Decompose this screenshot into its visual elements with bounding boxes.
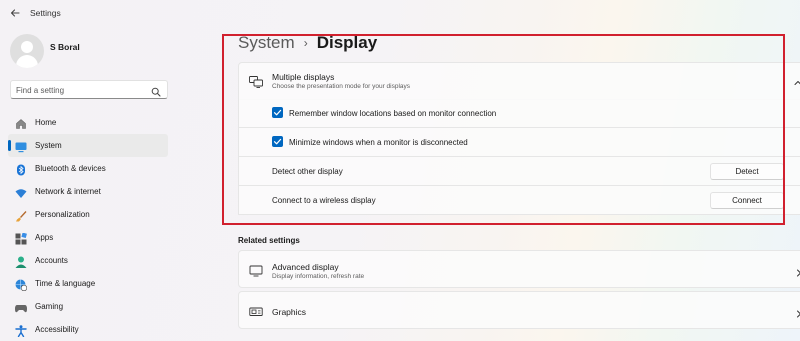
sidebar-item-gaming[interactable]: Gaming [8, 295, 168, 318]
advanced-display-link[interactable]: Advanced display Display information, re… [238, 250, 800, 288]
option-row-remember-locations: Remember window locations based on monit… [238, 99, 800, 128]
wireless-display-label: Connect to a wireless display [272, 196, 376, 205]
breadcrumb: System › Display [238, 33, 377, 53]
app-title: Settings [30, 8, 61, 18]
settings-window: Settings S Boral Home [0, 0, 800, 341]
sidebar-item-apps[interactable]: Apps [8, 226, 168, 249]
advanced-display-title: Advanced display [272, 262, 339, 272]
multiple-displays-title: Multiple displays [272, 72, 335, 82]
sidebar-item-accounts[interactable]: Accounts [8, 249, 168, 272]
system-icon [15, 140, 27, 152]
detect-button[interactable]: Detect [710, 163, 784, 180]
minimize-windows-checkbox[interactable] [272, 136, 283, 147]
sidebar-item-network[interactable]: Network & internet [8, 180, 168, 203]
wifi-icon [15, 186, 27, 198]
back-arrow-icon[interactable] [8, 7, 22, 21]
breadcrumb-separator: › [303, 36, 308, 50]
multiple-displays-subtitle: Choose the presentation mode for your di… [272, 83, 411, 90]
breadcrumb-parent[interactable]: System [238, 33, 295, 53]
graphics-link[interactable]: Graphics [238, 291, 800, 329]
brush-icon [15, 209, 27, 221]
search-icon[interactable] [151, 84, 161, 97]
apps-icon [15, 232, 27, 244]
sidebar-item-system[interactable]: System [8, 134, 168, 157]
home-icon [15, 117, 27, 129]
multiple-displays-header[interactable]: Multiple displays Choose the presentatio… [238, 62, 800, 100]
graphics-icon [249, 305, 263, 317]
main-content: System › Display Multiple displays Choos… [228, 28, 800, 341]
sidebar-item-accessibility[interactable]: Accessibility [8, 318, 168, 341]
accounts-icon [15, 255, 27, 268]
page-title: Display [316, 33, 378, 52]
monitor-icon [249, 264, 263, 277]
sidebar-item-label: System [35, 141, 62, 150]
sidebar-item-time-language[interactable]: Time & language [8, 272, 168, 295]
gamepad-icon [15, 301, 27, 313]
sidebar-item-label: Accounts [35, 256, 68, 265]
sidebar-item-bluetooth[interactable]: Bluetooth & devices [8, 157, 168, 180]
chevron-right-icon [795, 306, 800, 318]
advanced-display-subtitle: Display information, refresh rate [272, 273, 365, 280]
chevron-right-icon [795, 265, 800, 277]
title-bar: Settings [0, 0, 200, 28]
sidebar-item-label: Apps [35, 233, 54, 242]
sidebar-item-home[interactable]: Home [8, 111, 168, 134]
related-settings-heading: Related settings [238, 236, 300, 245]
search-input[interactable] [16, 84, 146, 96]
avatar [10, 34, 44, 68]
remember-locations-checkbox[interactable] [272, 107, 283, 118]
sidebar-nav: Home System Bluetooth & devices Network … [8, 111, 168, 341]
detect-display-label: Detect other display [272, 167, 343, 176]
sidebar-item-label: Home [35, 118, 57, 127]
bluetooth-icon [15, 163, 27, 175]
user-profile[interactable]: S Boral [10, 34, 80, 68]
option-row-minimize-windows: Minimize windows when a monitor is disco… [238, 128, 800, 157]
multiple-displays-icon [249, 75, 263, 88]
sidebar: S Boral Home System [0, 28, 178, 341]
sidebar-item-label: Personalization [35, 210, 90, 219]
graphics-title: Graphics [272, 307, 307, 317]
connect-button[interactable]: Connect [710, 192, 784, 209]
accessibility-icon [15, 324, 27, 337]
wireless-display-row: Connect to a wireless display Connect [238, 186, 800, 215]
sidebar-item-label: Accessibility [35, 325, 79, 334]
sidebar-item-label: Gaming [35, 302, 64, 311]
search-box[interactable] [10, 80, 168, 99]
remember-locations-label[interactable]: Remember window locations based on monit… [289, 109, 496, 118]
chevron-up-icon[interactable] [793, 75, 800, 85]
globe-clock-icon [15, 278, 28, 291]
user-name: S Boral [50, 42, 80, 52]
sidebar-item-personalization[interactable]: Personalization [8, 203, 168, 226]
sidebar-item-label: Network & internet [35, 187, 101, 196]
minimize-windows-label[interactable]: Minimize windows when a monitor is disco… [289, 138, 468, 147]
sidebar-item-label: Bluetooth & devices [35, 164, 106, 173]
sidebar-item-label: Time & language [35, 279, 96, 288]
detect-display-row: Detect other display Detect [238, 157, 800, 186]
